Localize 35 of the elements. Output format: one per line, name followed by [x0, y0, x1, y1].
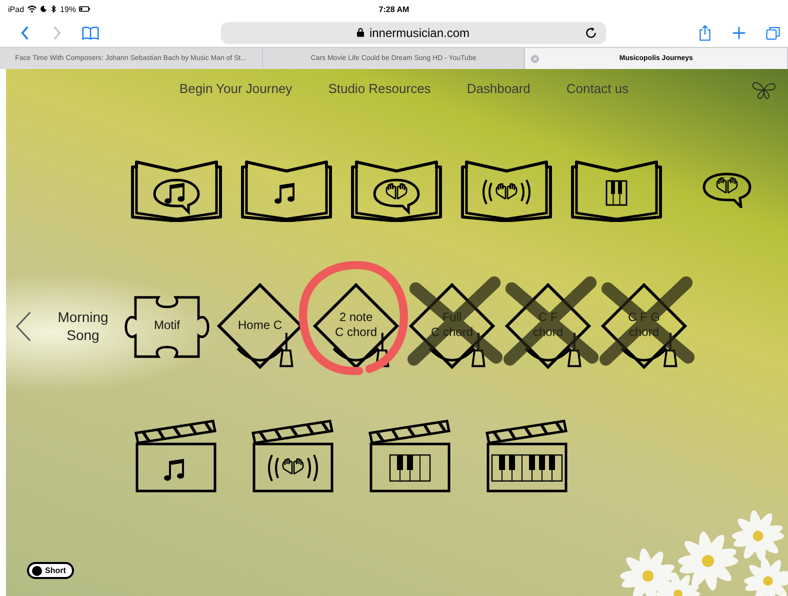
lock-icon — [357, 28, 364, 37]
nav-link[interactable]: Studio Resources — [328, 81, 431, 96]
nav-link[interactable]: Begin Your Journey — [179, 81, 292, 96]
graduation-cap-button[interactable]: 2 note C chord — [312, 281, 400, 371]
clapperboard-note-icon[interactable] — [133, 418, 219, 494]
book-hands-bubble-icon[interactable] — [350, 158, 443, 222]
new-tab-icon[interactable] — [732, 24, 746, 40]
lesson-title: Morning Song — [56, 308, 110, 344]
butterfly-icon[interactable] — [750, 79, 778, 101]
clapperboard-piano-icon[interactable] — [367, 418, 453, 494]
battery-icon — [79, 6, 90, 12]
book-hands-waves-icon[interactable] — [460, 158, 553, 222]
book-note-bubble-icon[interactable] — [130, 158, 223, 222]
status-time: 7:28 AM — [378, 4, 410, 14]
book-piano-icon[interactable] — [570, 158, 663, 222]
graduation-cap-button[interactable]: Home C — [216, 281, 304, 371]
wifi-icon — [27, 5, 38, 13]
device-name: iPad — [8, 4, 24, 14]
share-icon[interactable] — [698, 24, 712, 40]
nav-link[interactable]: Dashboard — [466, 81, 530, 96]
battery-percent: 19% — [60, 4, 76, 14]
nav-link[interactable]: Contact us — [566, 81, 629, 96]
reload-icon[interactable] — [585, 26, 597, 38]
tabs-icon[interactable] — [766, 24, 780, 40]
book-music-note-icon[interactable] — [240, 158, 333, 222]
moon-icon — [40, 5, 48, 13]
bluetooth-icon — [50, 5, 58, 13]
clapperboard-keyboard-icon[interactable] — [484, 418, 570, 494]
short-toggle[interactable]: Short — [27, 562, 74, 579]
clapperboard-hands-icon[interactable] — [250, 418, 336, 494]
address-bar[interactable]: innermusician.com — [221, 22, 606, 44]
puzzle-piece-button[interactable]: Motif — [124, 281, 210, 371]
bookmarks-icon[interactable] — [82, 24, 99, 40]
hands-bubble-icon[interactable] — [702, 172, 752, 208]
url-text: innermusician.com — [369, 26, 470, 40]
